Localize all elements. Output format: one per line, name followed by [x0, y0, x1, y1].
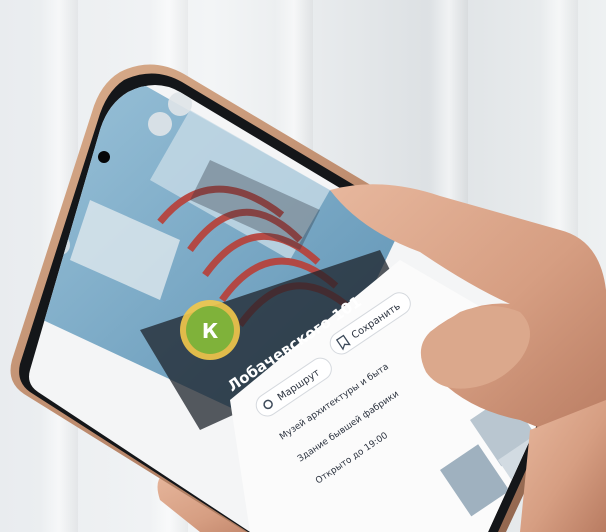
map-marker[interactable]: К	[180, 300, 240, 360]
front-camera	[98, 151, 110, 163]
map-control-button[interactable]	[148, 112, 172, 136]
phone-photo: Лобачевского 101 Маршрут Сохранить Музей…	[10, 64, 606, 532]
photo-scene: Лобачевского 101 Маршрут Сохранить Музей…	[0, 0, 606, 532]
marker-letter: К	[202, 319, 219, 343]
